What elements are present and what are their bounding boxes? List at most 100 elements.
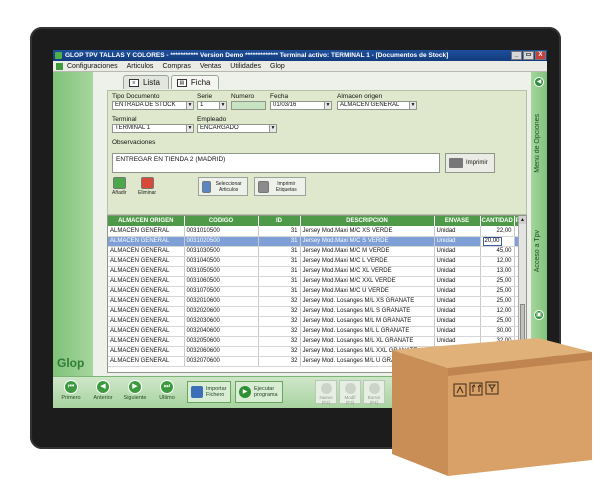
cell-almacen[interactable]: ALMACEN GENERAL — [108, 226, 185, 237]
menu-glop[interactable]: Glop — [270, 63, 285, 70]
observaciones-input[interactable]: ENTREGAR EN TIENDA 2 (MADRID) — [112, 153, 440, 173]
cell-almacen[interactable]: ALMACEN GENERAL — [108, 326, 185, 337]
cell-codigo[interactable]: 0032040600 — [184, 326, 259, 337]
col-almacen-origen[interactable]: ALMACEN ORIGEN — [108, 216, 185, 226]
cell-codigo[interactable]: 0031060500 — [184, 276, 259, 287]
cell-codigo[interactable]: 0031010500 — [184, 226, 259, 237]
table-row[interactable]: ALMACEN GENERAL 0032010600 32 Jersey Mod. L… — [108, 296, 521, 307]
cell-descripcion[interactable]: Jersey Mod.Maxi M/C XXL VERDE — [300, 276, 435, 287]
chevron-down-icon[interactable]: ▼ — [186, 102, 193, 109]
cell-almacen[interactable]: ALMACEN GENERAL — [108, 356, 185, 367]
close-button[interactable]: X — [535, 51, 546, 60]
cell-id[interactable]: 32 — [258, 306, 301, 317]
cell-envase[interactable]: Unidad — [434, 316, 481, 327]
cell-envase[interactable]: Unidad — [434, 256, 481, 267]
table-row[interactable]: ALMACEN GENERAL 0031060500 31 Jersey Mod.Ma… — [108, 276, 521, 287]
cell-id[interactable]: 31 — [258, 276, 301, 287]
arrow-left-icon[interactable]: ◀ — [534, 77, 544, 87]
cell-cantidad[interactable]: 12,00 — [480, 306, 515, 317]
menu-articulos[interactable]: Articulos — [127, 63, 154, 70]
cell-cantidad[interactable]: 12,00 — [480, 256, 515, 267]
tab-ficha[interactable]: ▤ Ficha — [170, 75, 220, 89]
cell-descripcion[interactable]: Jersey Mod.Maxi M/C S VERDE — [300, 236, 435, 247]
cell-codigo[interactable]: 0032060600 — [184, 346, 259, 357]
table-row[interactable]: ALMACEN GENERAL 0031010500 31 Jersey Mod.Ma… — [108, 226, 521, 237]
chevron-down-icon[interactable]: ▼ — [186, 125, 193, 132]
cell-id[interactable]: 31 — [258, 226, 301, 237]
anadir-button[interactable]: Añadir — [112, 177, 126, 196]
cell-envase[interactable]: Unidad — [434, 296, 481, 307]
cell-descripcion[interactable]: Jersey Mod.Maxi M/C M VERDE — [300, 246, 435, 257]
cell-id[interactable]: 32 — [258, 316, 301, 327]
primero-button[interactable]: ⏮ Primero — [57, 380, 85, 401]
terminal-select[interactable]: TERMINAL 1 ▼ — [112, 124, 194, 133]
cell-cantidad[interactable]: 25,00 — [480, 296, 515, 307]
cell-envase[interactable]: Unidad — [434, 266, 481, 277]
table-row[interactable]: ALMACEN GENERAL 0031070500 31 Jersey Mod.Ma… — [108, 286, 521, 297]
chevron-down-icon[interactable]: ▼ — [269, 125, 276, 132]
monitor-icon[interactable]: ▣ — [534, 310, 544, 320]
cell-id[interactable]: 31 — [258, 236, 301, 247]
cell-cantidad[interactable]: 25,00 — [480, 276, 515, 287]
cell-envase[interactable]: Unidad — [434, 246, 481, 257]
cell-envase[interactable]: Unidad — [434, 276, 481, 287]
cell-codigo[interactable]: 0031040500 — [184, 256, 259, 267]
cell-codigo[interactable]: 0032070600 — [184, 356, 259, 367]
chevron-down-icon[interactable]: ▼ — [324, 102, 331, 109]
nuevo-button[interactable]: Nuevo (F2) — [315, 380, 337, 405]
col-descripcion[interactable]: DESCRIPCION — [300, 216, 435, 226]
acceso-tpv-link[interactable]: Acceso a Tpv — [534, 230, 541, 272]
cell-codigo[interactable]: 0031050500 — [184, 266, 259, 277]
cell-almacen[interactable]: ALMACEN GENERAL — [108, 286, 185, 297]
menu-utilidades[interactable]: Utilidades — [230, 63, 261, 70]
importar-fichero-button[interactable]: Importar Fichero — [187, 381, 231, 403]
table-row[interactable]: ALMACEN GENERAL 0031050500 31 Jersey Mod.Ma… — [108, 266, 521, 277]
cell-almacen[interactable]: ALMACEN GENERAL — [108, 296, 185, 307]
cell-envase[interactable]: Unidad — [434, 236, 481, 247]
serie-select[interactable]: 1 ▼ — [197, 101, 227, 110]
menu-configuraciones[interactable]: Configuraciones — [67, 63, 118, 70]
cell-cantidad[interactable]: 45,00 — [480, 246, 515, 257]
minimize-button[interactable]: _ — [511, 51, 522, 60]
cell-almacen[interactable]: ALMACEN GENERAL — [108, 276, 185, 287]
table-row[interactable]: ALMACEN GENERAL 0032030600 32 Jersey Mod. L… — [108, 316, 521, 327]
maximize-button[interactable]: ▭ — [523, 51, 534, 60]
ejecutar-programa-button[interactable]: ▶ Ejecutar programa — [235, 381, 283, 403]
cell-codigo[interactable]: 0032010600 — [184, 296, 259, 307]
chevron-down-icon[interactable]: ▼ — [409, 102, 416, 109]
cell-codigo[interactable]: 0031070500 — [184, 286, 259, 297]
cell-almacen[interactable]: ALMACEN GENERAL — [108, 236, 185, 247]
cell-id[interactable]: 32 — [258, 346, 301, 357]
cell-codigo[interactable]: 0032050600 — [184, 336, 259, 347]
table-row[interactable]: ALMACEN GENERAL 0031030500 31 Jersey Mod.Ma… — [108, 246, 521, 257]
cell-descripcion[interactable]: Jersey Mod. Losanges M/L XS GRANATE — [300, 296, 435, 307]
almacen-origen-select[interactable]: ALMACEN GENERAL ▼ — [337, 101, 417, 110]
cell-almacen[interactable]: ALMACEN GENERAL — [108, 246, 185, 257]
table-row[interactable]: ALMACEN GENERAL 0032020600 32 Jersey Mod. L… — [108, 306, 521, 317]
cell-cantidad[interactable]: 13,00 — [480, 266, 515, 277]
cell-almacen[interactable]: ALMACEN GENERAL — [108, 346, 185, 357]
seleccionar-articulos-button[interactable]: Seleccionar Articulos — [198, 177, 248, 196]
cell-codigo[interactable]: 0032020600 — [184, 306, 259, 317]
cell-cantidad[interactable]: 25,00 — [480, 316, 515, 327]
siguiente-button[interactable]: ▶ Siguiente — [121, 380, 149, 401]
numero-input[interactable] — [231, 101, 266, 110]
modificar-button[interactable]: Modif (F3) — [339, 380, 361, 405]
tab-lista[interactable]: ≡ Lista — [123, 75, 169, 89]
menu-opciones-link[interactable]: Menú de Opciones — [534, 114, 541, 173]
cell-id[interactable]: 32 — [258, 296, 301, 307]
cell-id[interactable]: 32 — [258, 356, 301, 367]
empleado-select[interactable]: ENCARGADO ▼ — [197, 124, 277, 133]
col-id[interactable]: ID — [258, 216, 301, 226]
cell-almacen[interactable]: ALMACEN GENERAL — [108, 336, 185, 347]
cell-envase[interactable]: Unidad — [434, 226, 481, 237]
cell-codigo[interactable]: 0031030500 — [184, 246, 259, 257]
cell-almacen[interactable]: ALMACEN GENERAL — [108, 316, 185, 327]
anterior-button[interactable]: ◀ Anterior — [89, 380, 117, 401]
menu-compras[interactable]: Compras — [162, 63, 190, 70]
cell-id[interactable]: 31 — [258, 246, 301, 257]
cell-almacen[interactable]: ALMACEN GENERAL — [108, 256, 185, 267]
cell-codigo[interactable]: 0032030600 — [184, 316, 259, 327]
cell-envase[interactable]: Unidad — [434, 286, 481, 297]
tipo-documento-select[interactable]: ENTRADA DE STOCK ▼ — [112, 101, 194, 110]
